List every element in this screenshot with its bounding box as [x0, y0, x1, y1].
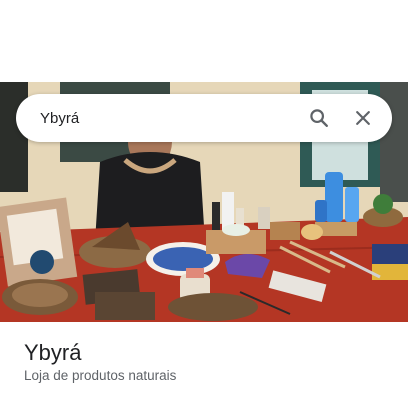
search-input[interactable]: Ybyrá — [40, 110, 292, 127]
clear-button[interactable] — [346, 101, 380, 135]
close-icon — [356, 111, 370, 125]
place-category: Loja de produtos naturais — [24, 368, 177, 383]
place-title[interactable]: Ybyrá — [24, 340, 81, 366]
search-box[interactable]: Ybyrá — [16, 94, 392, 142]
search-icon — [310, 109, 328, 127]
search-button[interactable] — [302, 101, 336, 135]
